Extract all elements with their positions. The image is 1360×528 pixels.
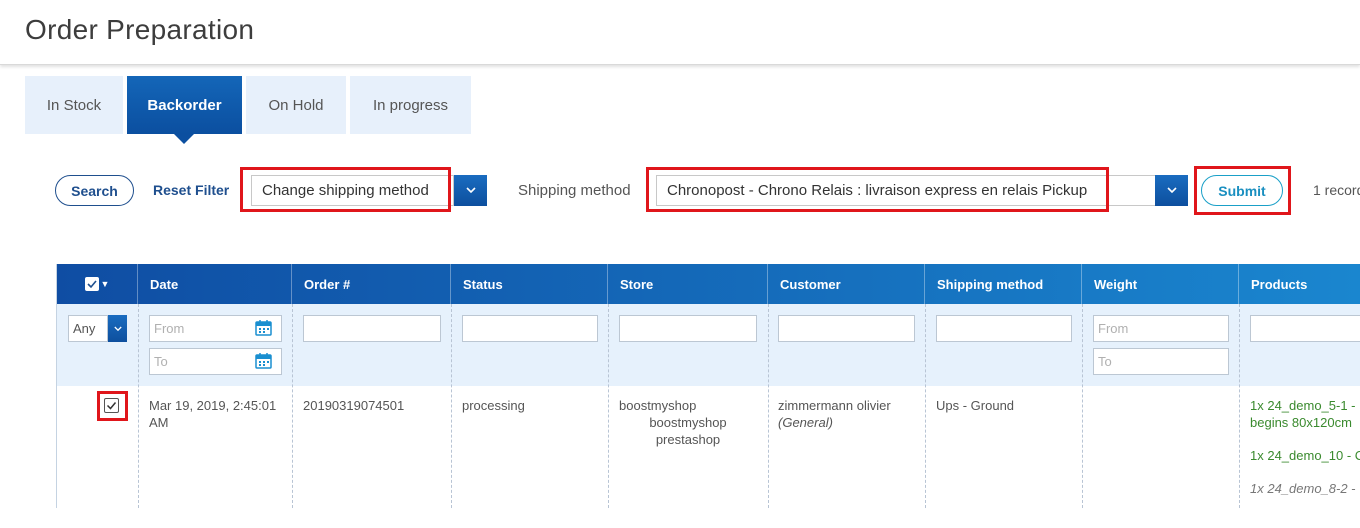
store-line: boostmyshop bbox=[619, 398, 697, 413]
col-customer[interactable]: Customer bbox=[768, 264, 925, 304]
customer-name: zimmermann olivier bbox=[778, 398, 891, 413]
col-status[interactable]: Status bbox=[451, 264, 608, 304]
product-line: begins 80x120cm bbox=[1250, 415, 1352, 430]
active-tab-pointer bbox=[173, 133, 195, 144]
store-cell: boostmyshop boostmyshop prestashop bbox=[609, 397, 767, 448]
chevron-down-icon[interactable] bbox=[1155, 175, 1188, 206]
customer-group: (General) bbox=[778, 415, 833, 430]
column-divider bbox=[925, 304, 926, 508]
shipping-method-label: Shipping method bbox=[518, 182, 631, 199]
col-order[interactable]: Order # bbox=[292, 264, 451, 304]
mass-select-header[interactable]: ▼ bbox=[57, 264, 138, 304]
grid-header: ▼ Date Order # Status Store Customer Shi… bbox=[57, 264, 1360, 304]
table-row[interactable]: Mar 19, 2019, 2:45:01 AM 20190319074501 … bbox=[57, 386, 1360, 508]
mass-action-select[interactable]: Change shipping method bbox=[251, 175, 454, 206]
weight-to-input[interactable]: To bbox=[1093, 348, 1229, 375]
date-line: Mar 19, 2019, 2:45:01 bbox=[149, 398, 277, 413]
products-filter-input[interactable] bbox=[1250, 315, 1360, 342]
tab-in-stock[interactable]: In Stock bbox=[25, 76, 123, 134]
col-date[interactable]: Date bbox=[138, 264, 292, 304]
column-divider bbox=[451, 304, 452, 508]
column-divider bbox=[1082, 304, 1083, 508]
calendar-icon[interactable] bbox=[255, 352, 272, 369]
column-divider bbox=[292, 304, 293, 508]
product-line: 1x 24_demo_8-2 - bbox=[1250, 481, 1356, 496]
status-filter-input[interactable] bbox=[462, 315, 598, 342]
chevron-down-icon[interactable] bbox=[108, 315, 127, 342]
status-cell: processing bbox=[462, 398, 525, 413]
tab-on-hold[interactable]: On Hold bbox=[246, 76, 346, 134]
col-shipping[interactable]: Shipping method bbox=[925, 264, 1082, 304]
column-divider bbox=[1239, 304, 1240, 508]
product-line: 1x 24_demo_10 - C bbox=[1250, 448, 1360, 463]
mass-filter-select[interactable]: Any bbox=[68, 315, 108, 342]
row-checkbox[interactable] bbox=[104, 398, 119, 413]
shipping-method-select[interactable]: Chronopost - Chrono Relais : livraison e… bbox=[656, 175, 1156, 206]
tab-backorder[interactable]: Backorder bbox=[127, 76, 242, 134]
orders-grid: ▼ Date Order # Status Store Customer Shi… bbox=[56, 264, 1360, 508]
shipping-cell: Ups - Ground bbox=[936, 398, 1015, 413]
weight-from-input[interactable]: From bbox=[1093, 315, 1229, 342]
search-button[interactable]: Search bbox=[55, 175, 134, 206]
customer-cell: zimmermann olivier (General) bbox=[778, 397, 923, 431]
column-divider bbox=[608, 304, 609, 508]
date-line: AM bbox=[149, 415, 169, 430]
submit-button[interactable]: Submit bbox=[1201, 175, 1283, 206]
order-filter-input[interactable] bbox=[303, 315, 441, 342]
col-store[interactable]: Store bbox=[608, 264, 768, 304]
header-checkbox[interactable] bbox=[84, 277, 99, 291]
product-line: 1x 24_demo_5-1 - bbox=[1250, 398, 1356, 413]
tab-in-progress[interactable]: In progress bbox=[350, 76, 471, 134]
caret-down-icon[interactable]: ▼ bbox=[101, 279, 110, 289]
col-products[interactable]: Products bbox=[1239, 264, 1360, 304]
calendar-icon[interactable] bbox=[255, 319, 272, 336]
products-cell: 1x 24_demo_5-1 - begins 80x120cm 1x 24_d… bbox=[1250, 397, 1360, 497]
shipping-filter-input[interactable] bbox=[936, 315, 1072, 342]
record-count: 1 record bbox=[1313, 182, 1360, 198]
order-number[interactable]: 20190319074501 bbox=[303, 397, 404, 414]
title-bar: Order Preparation bbox=[0, 0, 1360, 65]
store-line: prestashop bbox=[655, 432, 721, 447]
column-divider bbox=[138, 304, 139, 508]
column-divider bbox=[768, 304, 769, 508]
col-weight[interactable]: Weight bbox=[1082, 264, 1239, 304]
reset-filter-link[interactable]: Reset Filter bbox=[153, 182, 229, 198]
store-line: boostmyshop bbox=[649, 415, 727, 430]
filter-row: Any From To From To bbox=[57, 304, 1360, 387]
store-filter-input[interactable] bbox=[619, 315, 757, 342]
chevron-down-icon[interactable] bbox=[454, 175, 487, 206]
page-title: Order Preparation bbox=[25, 14, 255, 45]
customer-filter-input[interactable] bbox=[778, 315, 915, 342]
date-cell: Mar 19, 2019, 2:45:01 AM bbox=[149, 397, 289, 431]
